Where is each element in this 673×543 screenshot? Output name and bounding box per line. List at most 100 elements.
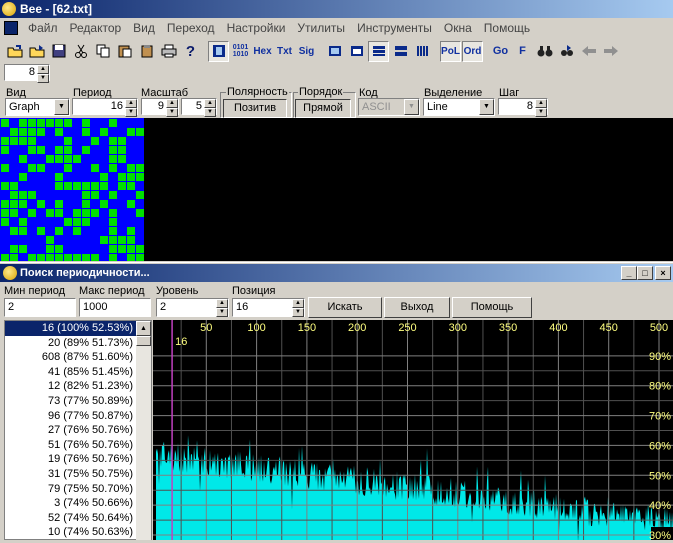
min-period-input[interactable]: 2: [4, 298, 76, 317]
maximize-icon[interactable]: □: [637, 266, 653, 280]
selection-select[interactable]: Line ▼: [423, 98, 495, 116]
find-button[interactable]: F: [512, 41, 533, 62]
document-icon[interactable]: [4, 21, 18, 35]
clipboard-icon[interactable]: [136, 41, 157, 62]
spin-down-icon[interactable]: ▼: [166, 108, 178, 117]
order-button[interactable]: Ord: [462, 41, 483, 62]
replace-icon[interactable]: [556, 41, 577, 62]
menu-view[interactable]: Вид: [127, 21, 161, 35]
position-input[interactable]: 16 ▲▼: [232, 298, 305, 317]
max-period-input[interactable]: 1000: [79, 298, 151, 317]
exit-button[interactable]: Выход: [384, 297, 450, 318]
help-button[interactable]: Помощь: [452, 297, 532, 318]
list-item[interactable]: 19 (76% 50.76%): [5, 452, 151, 467]
menu-editor[interactable]: Редактор: [64, 21, 128, 35]
list-item[interactable]: 12 (82% 51.23%): [5, 379, 151, 394]
open-recent-icon[interactable]: [26, 41, 47, 62]
scroll-up-icon[interactable]: ▲: [136, 321, 151, 336]
list-item[interactable]: 608 (87% 51.60%): [5, 350, 151, 365]
menu-windows[interactable]: Окна: [438, 21, 478, 35]
menu-utilities[interactable]: Утилиты: [291, 21, 351, 35]
chevron-down-icon[interactable]: ▼: [54, 99, 69, 115]
spin-up-icon[interactable]: ▲: [292, 299, 304, 308]
list-item[interactable]: 31 (75% 50.75%): [5, 467, 151, 482]
spin-up-icon[interactable]: ▲: [204, 99, 216, 108]
spin-down-icon[interactable]: ▼: [292, 308, 304, 317]
periodicity-chart[interactable]: 165010015020025030035040045050090%80%70%…: [153, 320, 673, 540]
results-list[interactable]: 16 (100% 52.53%)20 (89% 51.73%)608 (87% …: [4, 320, 152, 540]
level-input[interactable]: 2 ▲▼: [156, 298, 229, 317]
menu-help[interactable]: Помощь: [478, 21, 536, 35]
window-single-icon[interactable]: [324, 41, 345, 62]
hex-view-button[interactable]: Hex: [252, 41, 273, 62]
bit-cell: [109, 182, 117, 190]
window-frame-icon[interactable]: [346, 41, 367, 62]
spin-up-icon[interactable]: ▲: [37, 65, 49, 74]
film-icon[interactable]: [208, 41, 229, 62]
search-button[interactable]: Искать: [308, 297, 382, 318]
view-select[interactable]: Graph ▼: [5, 98, 70, 116]
list-item[interactable]: 20 (89% 51.73%): [5, 336, 151, 351]
list-item[interactable]: 51 (76% 50.76%): [5, 438, 151, 453]
help-icon[interactable]: ?: [180, 41, 201, 62]
tile-lines-icon[interactable]: [390, 41, 411, 62]
minimize-icon[interactable]: _: [621, 266, 637, 280]
list-item[interactable]: 73 (77% 50.89%): [5, 394, 151, 409]
tile-vertical-icon[interactable]: [412, 41, 433, 62]
spin-down-icon[interactable]: ▼: [535, 108, 547, 117]
paste-icon[interactable]: [114, 41, 135, 62]
positive-button[interactable]: Позитив: [223, 99, 287, 118]
menu-tools[interactable]: Инструменты: [351, 21, 438, 35]
menu-goto[interactable]: Переход: [161, 21, 221, 35]
top-spinner[interactable]: 8 ▲▼: [4, 64, 50, 81]
spin-up-icon[interactable]: ▲: [166, 99, 178, 108]
spin-down-icon[interactable]: ▼: [216, 308, 228, 317]
spin-up-icon[interactable]: ▲: [216, 299, 228, 308]
spin-up-icon[interactable]: ▲: [125, 99, 137, 108]
list-item[interactable]: 52 (74% 50.64%): [5, 511, 151, 526]
spin-down-icon[interactable]: ▼: [125, 108, 137, 117]
list-item[interactable]: 27 (76% 50.76%): [5, 423, 151, 438]
spin-down-icon[interactable]: ▼: [37, 74, 49, 83]
print-icon[interactable]: [158, 41, 179, 62]
menu-settings[interactable]: Настройки: [221, 21, 292, 35]
bit-cell: [127, 173, 135, 181]
scale-input-2[interactable]: 5 ▲▼: [181, 98, 217, 115]
step-input[interactable]: 8 ▲▼: [498, 98, 548, 115]
open-folder-icon[interactable]: [4, 41, 25, 62]
list-item[interactable]: 10 (74% 50.63%): [5, 525, 151, 540]
scroll-thumb[interactable]: [136, 336, 151, 346]
direct-button[interactable]: Прямой: [295, 99, 351, 118]
bit-cell: [64, 209, 72, 217]
polarity-button[interactable]: PoL: [440, 41, 461, 62]
chevron-down-icon[interactable]: ▼: [479, 99, 494, 115]
results-scrollbar[interactable]: ▲: [136, 321, 151, 540]
list-item[interactable]: 16 (100% 52.53%): [5, 321, 151, 336]
cut-icon[interactable]: [70, 41, 91, 62]
binary-view-button[interactable]: 0101 1010: [230, 41, 251, 62]
spin-down-icon[interactable]: ▼: [204, 108, 216, 117]
menu-file[interactable]: Файл: [22, 21, 64, 35]
forward-arrow-icon[interactable]: [600, 41, 621, 62]
bit-cell: [1, 182, 9, 190]
spin-up-icon[interactable]: ▲: [535, 99, 547, 108]
save-icon[interactable]: [48, 41, 69, 62]
close-icon[interactable]: ×: [655, 266, 671, 280]
list-item[interactable]: 3 (74% 50.66%): [5, 496, 151, 511]
list-item[interactable]: 79 (75% 50.70%): [5, 482, 151, 497]
period-input[interactable]: 16 ▲▼: [72, 98, 138, 115]
txt-view-button[interactable]: Txt: [274, 41, 295, 62]
bit-cell: [118, 245, 126, 253]
copy-icon[interactable]: [92, 41, 113, 62]
list-item[interactable]: 41 (85% 51.45%): [5, 365, 151, 380]
binoculars-icon[interactable]: [534, 41, 555, 62]
bit-cell: [1, 236, 9, 244]
list-item[interactable]: 96 (77% 50.87%): [5, 409, 151, 424]
step-value: 8: [527, 100, 533, 112]
back-arrow-icon[interactable]: [578, 41, 599, 62]
scale-input-1[interactable]: 9 ▲▼: [141, 98, 179, 115]
sig-view-button[interactable]: Sig: [296, 41, 317, 62]
goto-button[interactable]: Go: [490, 41, 511, 62]
bit-graph-view[interactable]: [0, 118, 673, 261]
tile-horizontal-icon[interactable]: [368, 41, 389, 62]
